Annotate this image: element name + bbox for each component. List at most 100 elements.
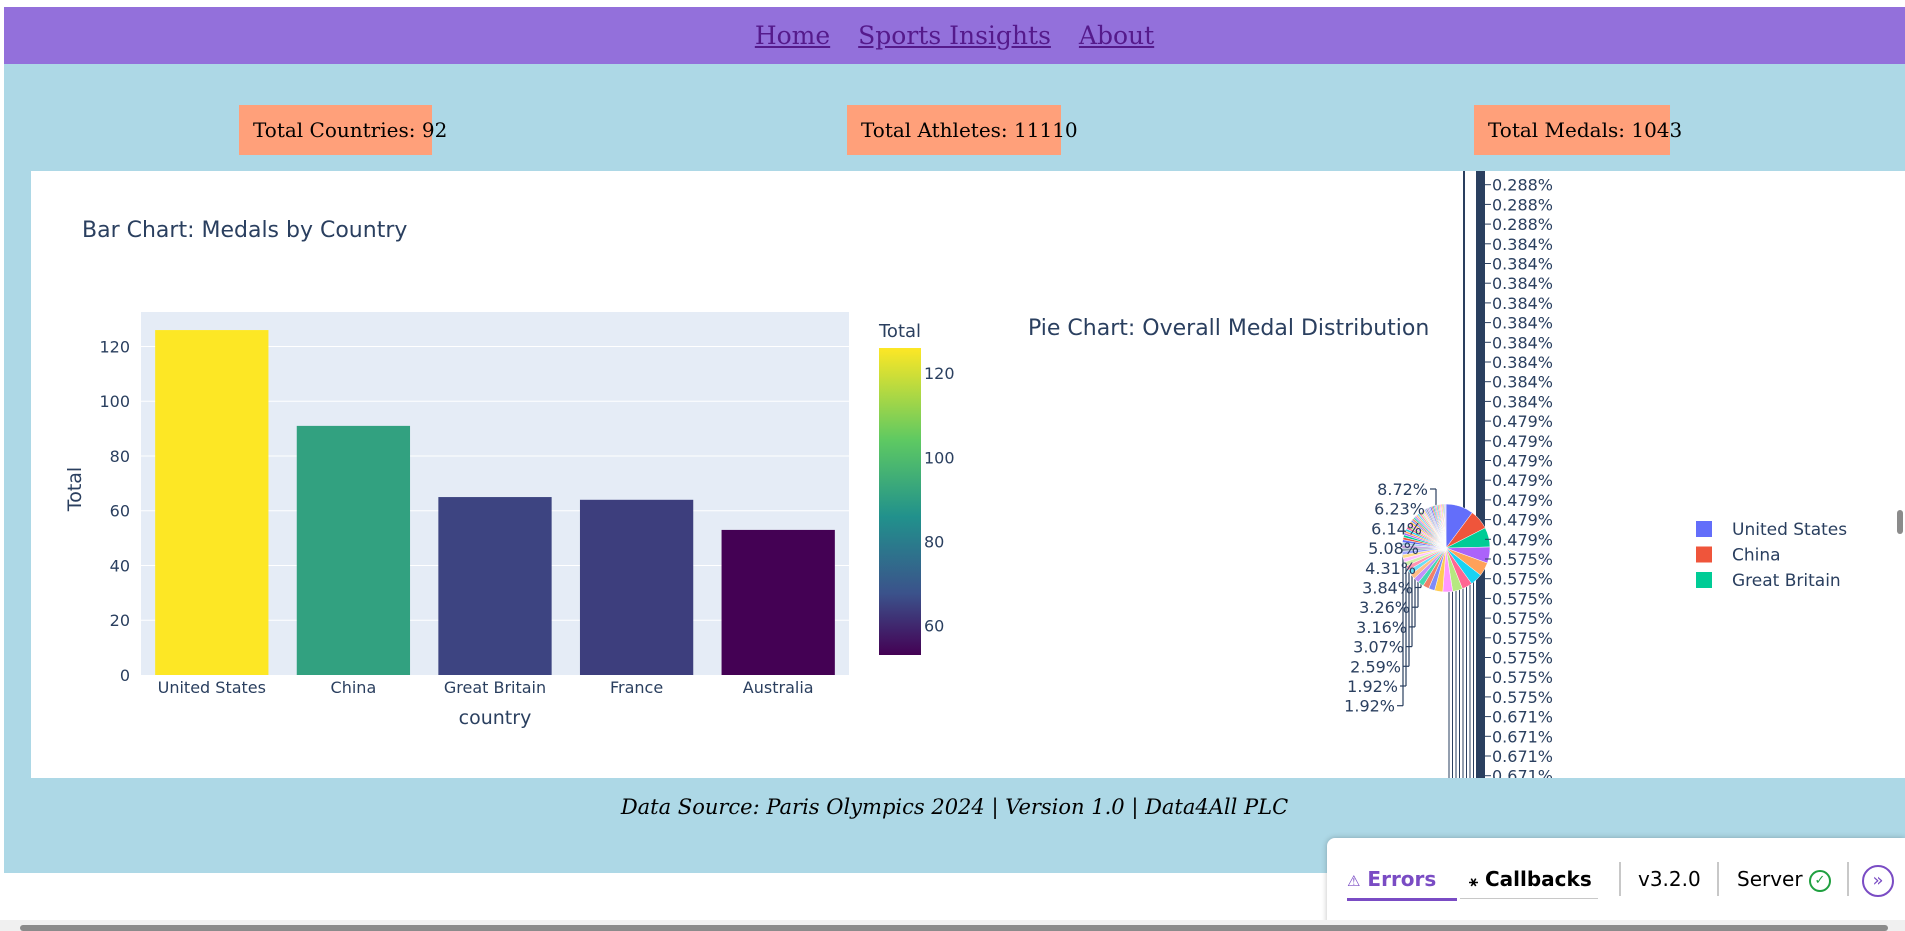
stat-total-medals: Total Medals: 1043: [1474, 105, 1682, 155]
pie-left-label: 6.23%: [1374, 500, 1425, 519]
pie-right-label: 0.384%: [1492, 255, 1553, 274]
pie-left-label: 1.92%: [1347, 677, 1398, 696]
pie-right-label: 0.479%: [1492, 530, 1553, 549]
navbar: Home Sports Insights About: [4, 7, 1905, 64]
pie-right-label: 0.384%: [1492, 314, 1553, 333]
errors-tab-underline: [1347, 898, 1457, 901]
pie-right-label: 0.671%: [1492, 727, 1553, 746]
server-label: Server: [1737, 867, 1803, 891]
nav-link-about[interactable]: About: [1079, 21, 1154, 50]
pie-right-label: 0.671%: [1492, 767, 1553, 778]
bar-y-ticks: 0 20 40 60 80 100 120: [99, 337, 130, 685]
bar-france[interactable]: [579, 499, 694, 675]
pie-left-label: 3.26%: [1359, 598, 1410, 617]
bar-x-tick-label: Australia: [743, 678, 814, 697]
vertical-scrollbar-thumb[interactable]: [1897, 510, 1903, 534]
pie-left-label: 8.72%: [1377, 480, 1428, 499]
colorbar-tick-label: 80: [924, 532, 944, 551]
legend-item-label[interactable]: Great Britain: [1732, 571, 1841, 591]
callbacks-tab-underline: [1460, 898, 1598, 899]
pie-right-label: 0.384%: [1492, 373, 1553, 392]
bar-united-states[interactable]: [155, 330, 269, 675]
pie-right-label: 0.479%: [1492, 412, 1553, 431]
nav-link-sports-insights[interactable]: Sports Insights: [858, 21, 1051, 50]
bar-x-tick-label: United States: [158, 678, 266, 697]
pie-right-label: 0.671%: [1492, 708, 1553, 727]
devtools-separator: [1619, 862, 1621, 896]
bar-y-axis-label: Total: [64, 467, 86, 512]
pie-left-label: 5.08%: [1368, 539, 1419, 558]
pie-leader-lines: [1397, 171, 1485, 778]
pie-legend: United States China Great Britain: [1696, 520, 1847, 591]
warning-icon: ⚠: [1347, 872, 1361, 890]
bar-australia[interactable]: [721, 529, 835, 675]
footer-text: Data Source: Paris Olympics 2024 | Versi…: [620, 795, 1289, 819]
pie-right-label: 0.384%: [1492, 333, 1553, 352]
pie-right-label: 0.671%: [1492, 747, 1553, 766]
bar-y-tick-label: 20: [110, 611, 130, 630]
bar-x-axis-label: country: [459, 707, 532, 729]
pie-left-label: 1.92%: [1344, 697, 1395, 716]
bar-great-britain[interactable]: [438, 497, 552, 675]
bar-x-tick-label: Great Britain: [444, 678, 546, 697]
server-status: Server ✓: [1737, 862, 1831, 896]
callbacks-tab[interactable]: ⚹ Callbacks: [1469, 862, 1592, 896]
errors-label: Errors: [1367, 867, 1437, 891]
page-background: Home Sports Insights About Total Countri…: [4, 7, 1905, 873]
pie-right-label: 0.575%: [1492, 629, 1553, 648]
pie-right-label: 0.384%: [1492, 274, 1553, 293]
devtools-toggle-button[interactable]: »: [1862, 862, 1894, 897]
pie-right-label: 0.288%: [1492, 195, 1553, 214]
pie-left-label: 4.31%: [1365, 559, 1416, 578]
pie-right-label: 0.575%: [1492, 688, 1553, 707]
charts-svg: Bar Chart: Medals by Country 0 20 40 60 80 10…: [64, 171, 1847, 778]
bar-x-tick-label: France: [610, 678, 663, 697]
pie-left-label: 6.14%: [1371, 519, 1422, 538]
pie-right-label: 0.575%: [1492, 668, 1553, 687]
bar-y-tick-label: 120: [99, 337, 130, 356]
pie-right-label: 0.384%: [1492, 353, 1553, 372]
pie-right-labels: 0.288%0.288%0.288%0.288%0.384%0.384%0.38…: [1485, 171, 1553, 778]
horizontal-scrollbar-thumb[interactable]: [20, 925, 1888, 931]
stat-total-athletes: Total Athletes: 11110: [847, 105, 1078, 155]
pie-right-label: 0.479%: [1492, 452, 1553, 471]
pie-right-label: 0.384%: [1492, 235, 1553, 254]
pie-right-label: 0.575%: [1492, 589, 1553, 608]
pie-right-label: 0.384%: [1492, 294, 1553, 313]
legend-swatch[interactable]: [1696, 521, 1712, 537]
legend-item-label[interactable]: China: [1732, 546, 1781, 566]
colorbar: [879, 348, 921, 655]
bar-chart-title: Bar Chart: Medals by Country: [82, 218, 407, 243]
nav-link-home[interactable]: Home: [755, 21, 830, 50]
callbacks-graph-icon: ⚹: [1469, 872, 1479, 890]
errors-tab[interactable]: ⚠ Errors: [1347, 862, 1436, 896]
version-label: v3.2.0: [1638, 867, 1701, 891]
bar-y-tick-label: 40: [110, 556, 130, 575]
pie-right-label: 0.479%: [1492, 432, 1553, 451]
pie-right-label: 0.479%: [1492, 511, 1553, 530]
bar-x-ticks: United States China Great Britain France Aus…: [158, 678, 814, 697]
legend-item-label[interactable]: United States: [1732, 520, 1847, 540]
bar-chart: Bar Chart: Medals by Country 0 20 40 60 80 10…: [64, 218, 955, 729]
pie-chart-title: Pie Chart: Overall Medal Distribution: [1028, 316, 1429, 341]
double-chevron-right-icon: »: [1862, 864, 1894, 897]
pie-right-label: 0.288%: [1492, 176, 1553, 195]
check-circle-icon: ✓: [1808, 869, 1831, 892]
bar-y-tick-label: 60: [110, 502, 130, 521]
legend-swatch[interactable]: [1696, 572, 1712, 588]
stat-total-countries: Total Countries: 92: [239, 105, 447, 155]
colorbar-tick-label: 120: [924, 364, 955, 383]
bar-x-tick-label: China: [331, 678, 377, 697]
pie-chart: Pie Chart: Overall Medal Distribution 8.…: [1028, 171, 1847, 778]
pie-right-label: 0.384%: [1492, 392, 1553, 411]
pie-right-label: 0.479%: [1492, 471, 1553, 490]
pie-right-label: 0.575%: [1492, 550, 1553, 569]
pie-left-label: 3.16%: [1356, 618, 1407, 637]
pie-right-label: 0.479%: [1492, 491, 1553, 510]
colorbar-tick-label: 60: [924, 617, 944, 636]
bar-china[interactable]: [296, 425, 411, 675]
colorbar-ticks: 60 80 100 120: [924, 364, 955, 635]
bar-y-tick-label: 0: [120, 666, 130, 685]
pie-right-label: 0.288%: [1492, 171, 1553, 175]
legend-swatch[interactable]: [1696, 546, 1712, 563]
